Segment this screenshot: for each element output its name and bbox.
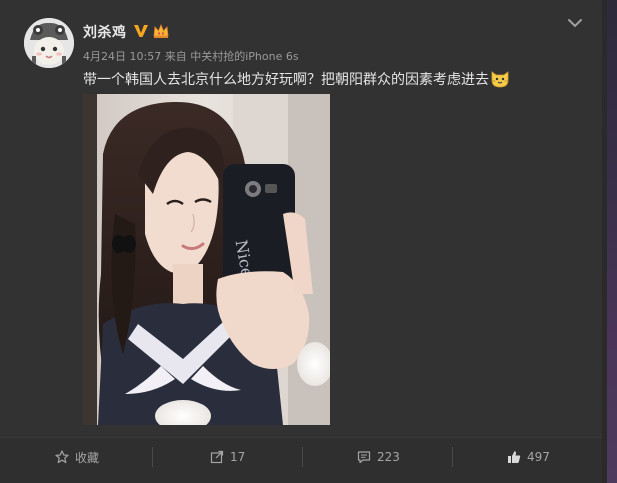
divider bbox=[302, 447, 303, 467]
post-text: 带一个韩国人去北京什么地方好玩啊？把朝阳群众的因素考虑进去 bbox=[83, 68, 510, 90]
chevron-down-icon[interactable] bbox=[566, 16, 584, 30]
avatar[interactable] bbox=[24, 18, 74, 68]
comment-icon bbox=[357, 451, 371, 464]
repost-button[interactable]: 17 bbox=[210, 438, 245, 476]
thumbs-up-icon bbox=[508, 451, 521, 463]
repost-count: 17 bbox=[230, 450, 246, 464]
post-source[interactable]: 中关村抢的iPhone 6s bbox=[190, 50, 298, 63]
repost-icon bbox=[210, 450, 224, 464]
like-count: 497 bbox=[527, 450, 550, 464]
from-label: 来自 bbox=[164, 50, 187, 63]
page-edge bbox=[602, 0, 617, 483]
cat-emoji-icon bbox=[491, 71, 509, 88]
weibo-page: 刘杀鸡 4月24日 10:57 来自 中关村抢的iPhone 6s 带一个韩国人… bbox=[0, 0, 617, 483]
like-button[interactable]: 497 bbox=[507, 438, 550, 476]
verified-badge-icon[interactable] bbox=[133, 23, 149, 39]
author-name[interactable]: 刘杀鸡 bbox=[83, 22, 127, 42]
weibo-post-card: 刘杀鸡 4月24日 10:57 来自 中关村抢的iPhone 6s 带一个韩国人… bbox=[0, 0, 602, 483]
post-photo[interactable]: Nice bbox=[83, 94, 330, 425]
divider bbox=[452, 447, 453, 467]
vip-member-icon[interactable] bbox=[152, 23, 170, 39]
favorite-label: 收藏 bbox=[75, 450, 100, 465]
avatar-image bbox=[24, 18, 74, 68]
post-text-content: 带一个韩国人去北京什么地方好玩啊？把朝阳群众的因素考虑进去 bbox=[83, 72, 489, 88]
divider bbox=[152, 447, 153, 467]
background-accent bbox=[607, 0, 617, 483]
post-meta: 4月24日 10:57 来自 中关村抢的iPhone 6s bbox=[83, 48, 299, 64]
favorite-button[interactable]: 收藏 bbox=[55, 438, 99, 476]
selfie-image: Nice bbox=[83, 94, 330, 425]
star-icon bbox=[55, 450, 69, 464]
post-date[interactable]: 4月24日 10:57 bbox=[83, 50, 161, 63]
comment-count: 223 bbox=[377, 450, 400, 464]
comment-button[interactable]: 223 bbox=[357, 438, 400, 476]
action-bar: 收藏 17 223 497 bbox=[0, 437, 602, 483]
